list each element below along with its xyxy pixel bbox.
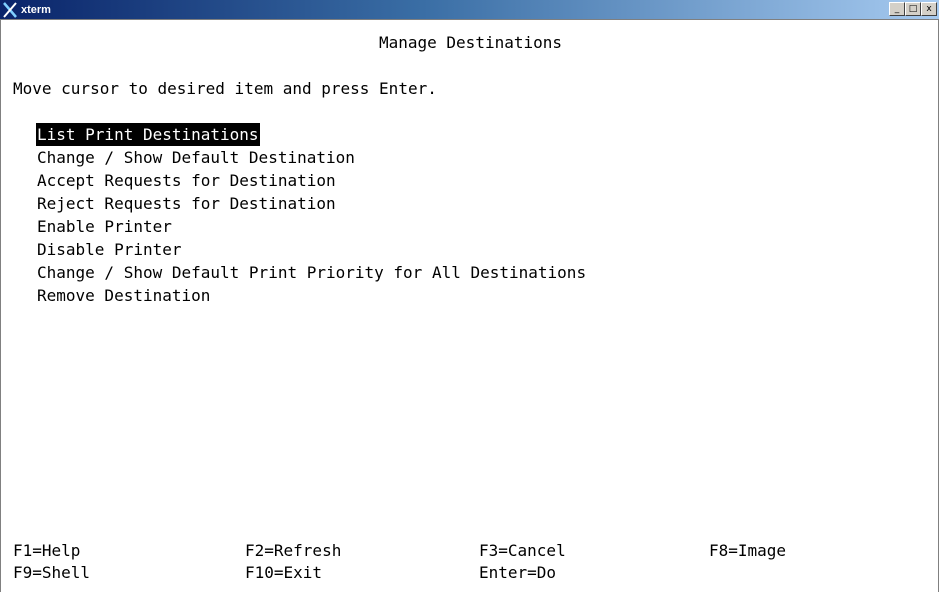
f8-image-key[interactable]: F8=Image — [709, 540, 786, 562]
screen-title: Manage Destinations — [378, 33, 563, 52]
minimize-button[interactable]: _ — [889, 2, 905, 16]
f1-help-key[interactable]: F1=Help — [13, 540, 80, 562]
maximize-button[interactable]: □ — [905, 2, 921, 16]
f9-shell-key[interactable]: F9=Shell — [13, 562, 90, 584]
enter-do-key[interactable]: Enter=Do — [479, 562, 556, 584]
f2-refresh-key[interactable]: F2=Refresh — [245, 540, 341, 562]
menu-item-change-show-default-destination[interactable]: Change / Show Default Destination — [36, 148, 356, 167]
menu-item-disable-printer[interactable]: Disable Printer — [36, 240, 183, 259]
x-icon — [3, 2, 17, 18]
f3-cancel-key[interactable]: F3=Cancel — [479, 540, 566, 562]
menu-item-reject-requests[interactable]: Reject Requests for Destination — [36, 194, 337, 213]
menu-item-default-print-priority[interactable]: Change / Show Default Print Priority for… — [36, 263, 587, 282]
destination-menu: List Print Destinations Change / Show De… — [36, 123, 587, 307]
function-key-bar: F1=Help F2=Refresh F3=Cancel F8=Image F9… — [13, 540, 933, 584]
f10-exit-key[interactable]: F10=Exit — [245, 562, 322, 584]
close-button[interactable]: x — [921, 2, 937, 16]
menu-item-accept-requests[interactable]: Accept Requests for Destination — [36, 171, 337, 190]
terminal-area[interactable]: Manage Destinations Move cursor to desir… — [0, 20, 939, 592]
window-title: xterm — [21, 4, 51, 16]
instruction-text: Move cursor to desired item and press En… — [13, 79, 437, 98]
function-key-row: F9=Shell F10=Exit Enter=Do — [13, 562, 933, 584]
title-bar[interactable]: xterm _ □ x — [0, 0, 939, 20]
menu-item-remove-destination[interactable]: Remove Destination — [36, 286, 211, 305]
xterm-window: xterm _ □ x Manage Destinations Move cur… — [0, 0, 939, 592]
menu-item-list-print-destinations[interactable]: List Print Destinations — [36, 123, 260, 146]
menu-item-enable-printer[interactable]: Enable Printer — [36, 217, 173, 236]
window-controls: _ □ x — [889, 2, 937, 16]
function-key-row: F1=Help F2=Refresh F3=Cancel F8=Image — [13, 540, 933, 562]
